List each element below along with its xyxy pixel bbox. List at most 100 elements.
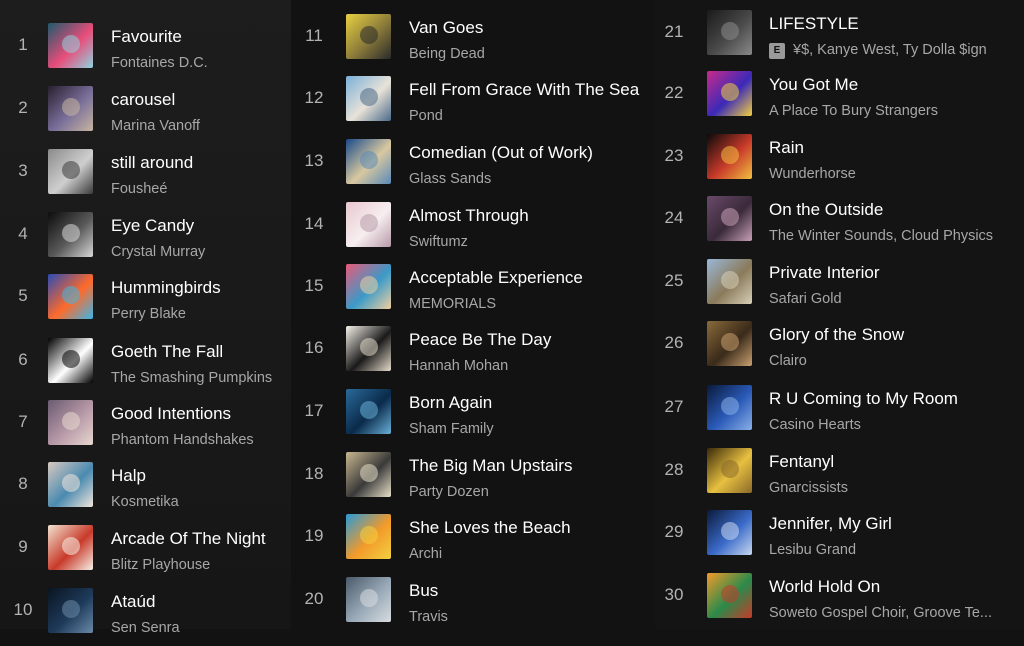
- album-art[interactable]: [707, 10, 752, 55]
- track-title[interactable]: Van Goes: [409, 18, 483, 38]
- album-art[interactable]: [48, 274, 93, 319]
- track-artist[interactable]: Archi: [409, 546, 442, 562]
- track-row[interactable]: 24 On the Outside The Winter Sounds, Cloud…: [655, 192, 1024, 254]
- track-row[interactable]: 8 Halp Kosmetika: [0, 458, 291, 520]
- track-title[interactable]: Fentanyl: [769, 452, 834, 472]
- track-title[interactable]: Favourite: [111, 27, 182, 47]
- track-row[interactable]: 14 Almost Through Swiftumz: [291, 198, 655, 260]
- track-title[interactable]: Ataúd: [111, 592, 155, 612]
- track-row[interactable]: 25 Private Interior Safari Gold: [655, 255, 1024, 317]
- track-title[interactable]: Hummingbirds: [111, 278, 221, 298]
- track-title[interactable]: LIFESTYLE: [769, 14, 859, 34]
- track-row[interactable]: 9 Arcade Of The Night Blitz Playhouse: [0, 521, 291, 583]
- track-artist[interactable]: Party Dozen: [409, 484, 489, 500]
- track-title[interactable]: She Loves the Beach: [409, 518, 571, 538]
- track-title[interactable]: Almost Through: [409, 206, 529, 226]
- track-artist[interactable]: Wunderhorse: [769, 166, 856, 182]
- track-artist[interactable]: Safari Gold: [769, 291, 842, 307]
- track-artist[interactable]: Kosmetika: [111, 494, 179, 510]
- track-artist[interactable]: Clairo: [769, 353, 807, 369]
- track-title[interactable]: still around: [111, 153, 193, 173]
- album-art[interactable]: [707, 385, 752, 430]
- track-title[interactable]: On the Outside: [769, 200, 883, 220]
- album-art[interactable]: [346, 452, 391, 497]
- track-artist[interactable]: MEMORIALS: [409, 296, 496, 312]
- track-row[interactable]: 27 R U Coming to My Room Casino Hearts: [655, 381, 1024, 443]
- track-artist[interactable]: The Smashing Pumpkins: [111, 370, 272, 386]
- track-row[interactable]: 2 carousel Marina Vanoff: [0, 82, 291, 144]
- track-artist[interactable]: Sen Senra: [111, 620, 180, 636]
- track-title[interactable]: The Big Man Upstairs: [409, 456, 572, 476]
- track-title[interactable]: Arcade Of The Night: [111, 529, 266, 549]
- track-row[interactable]: 4 Eye Candy Crystal Murray: [0, 208, 291, 270]
- track-title[interactable]: carousel: [111, 90, 175, 110]
- album-art[interactable]: [346, 326, 391, 371]
- track-artist[interactable]: A Place To Bury Strangers: [769, 103, 938, 119]
- track-artist[interactable]: Fousheé: [111, 181, 167, 197]
- track-title[interactable]: Acceptable Experience: [409, 268, 583, 288]
- track-title[interactable]: Fell From Grace With The Sea: [409, 80, 639, 100]
- album-art[interactable]: [346, 264, 391, 309]
- track-title[interactable]: Jennifer, My Girl: [769, 514, 892, 534]
- track-artist[interactable]: Marina Vanoff: [111, 118, 200, 134]
- album-art[interactable]: [346, 202, 391, 247]
- album-art[interactable]: [48, 149, 93, 194]
- track-title[interactable]: World Hold On: [769, 577, 880, 597]
- track-title[interactable]: R U Coming to My Room: [769, 389, 958, 409]
- track-row[interactable]: 1 Favourite Fontaines D.C.: [0, 19, 291, 81]
- track-row[interactable]: 10 Ataúd Sen Senra: [0, 584, 291, 646]
- album-art[interactable]: [707, 259, 752, 304]
- track-title[interactable]: Glory of the Snow: [769, 325, 904, 345]
- album-art[interactable]: [346, 14, 391, 59]
- track-row[interactable]: 21 LIFESTYLE E ¥$, Kanye West, Ty Dolla $ig…: [655, 6, 1024, 68]
- track-row[interactable]: 3 still around Fousheé: [0, 145, 291, 207]
- album-art[interactable]: [48, 212, 93, 257]
- track-artist[interactable]: Casino Hearts: [769, 417, 861, 433]
- album-art[interactable]: [48, 588, 93, 633]
- track-artist[interactable]: Travis: [409, 609, 448, 625]
- album-art[interactable]: [48, 86, 93, 131]
- track-artist[interactable]: Sham Family: [409, 421, 494, 437]
- album-art[interactable]: [707, 71, 752, 116]
- track-title[interactable]: Private Interior: [769, 263, 880, 283]
- album-art[interactable]: [707, 196, 752, 241]
- track-row[interactable]: 13 Comedian (Out of Work) Glass Sands: [291, 135, 655, 197]
- track-artist[interactable]: Swiftumz: [409, 234, 468, 250]
- track-row[interactable]: 22 You Got Me A Place To Bury Strangers: [655, 67, 1024, 129]
- album-art[interactable]: [48, 23, 93, 68]
- track-artist[interactable]: Perry Blake: [111, 306, 186, 322]
- track-row[interactable]: 12 Fell From Grace With The Sea Pond: [291, 72, 655, 134]
- album-art[interactable]: [48, 400, 93, 445]
- track-row[interactable]: 26 Glory of the Snow Clairo: [655, 317, 1024, 379]
- track-row[interactable]: 18 The Big Man Upstairs Party Dozen: [291, 448, 655, 510]
- track-artist[interactable]: Lesibu Grand: [769, 542, 856, 558]
- album-art[interactable]: [707, 321, 752, 366]
- track-title[interactable]: You Got Me: [769, 75, 858, 95]
- track-title[interactable]: Comedian (Out of Work): [409, 143, 593, 163]
- track-row[interactable]: 5 Hummingbirds Perry Blake: [0, 270, 291, 332]
- track-artist[interactable]: Phantom Handshakes: [111, 432, 254, 448]
- track-artist[interactable]: Soweto Gospel Choir, Groove Te...: [769, 605, 992, 621]
- track-row[interactable]: 7 Good Intentions Phantom Handshakes: [0, 396, 291, 458]
- album-art[interactable]: [707, 448, 752, 493]
- track-artist[interactable]: Being Dead: [409, 46, 485, 62]
- album-art[interactable]: [48, 525, 93, 570]
- album-art[interactable]: [346, 514, 391, 559]
- track-row[interactable]: 11 Van Goes Being Dead: [291, 10, 655, 72]
- track-artist[interactable]: E ¥$, Kanye West, Ty Dolla $ign: [769, 42, 987, 59]
- track-row[interactable]: 15 Acceptable Experience MEMORIALS: [291, 260, 655, 322]
- track-row[interactable]: 29 Jennifer, My Girl Lesibu Grand: [655, 506, 1024, 568]
- track-title[interactable]: Born Again: [409, 393, 492, 413]
- track-row[interactable]: 28 Fentanyl Gnarcissists: [655, 444, 1024, 506]
- track-title[interactable]: Eye Candy: [111, 216, 194, 236]
- track-title[interactable]: Goeth The Fall: [111, 342, 223, 362]
- track-artist[interactable]: Crystal Murray: [111, 244, 205, 260]
- album-art[interactable]: [346, 577, 391, 622]
- track-row[interactable]: 17 Born Again Sham Family: [291, 385, 655, 447]
- track-title[interactable]: Good Intentions: [111, 404, 231, 424]
- track-artist-names[interactable]: ¥$, Kanye West, Ty Dolla $ign: [793, 42, 987, 58]
- track-title[interactable]: Halp: [111, 466, 146, 486]
- track-artist[interactable]: Fontaines D.C.: [111, 55, 208, 71]
- track-row[interactable]: 16 Peace Be The Day Hannah Mohan: [291, 322, 655, 384]
- track-artist[interactable]: Glass Sands: [409, 171, 491, 187]
